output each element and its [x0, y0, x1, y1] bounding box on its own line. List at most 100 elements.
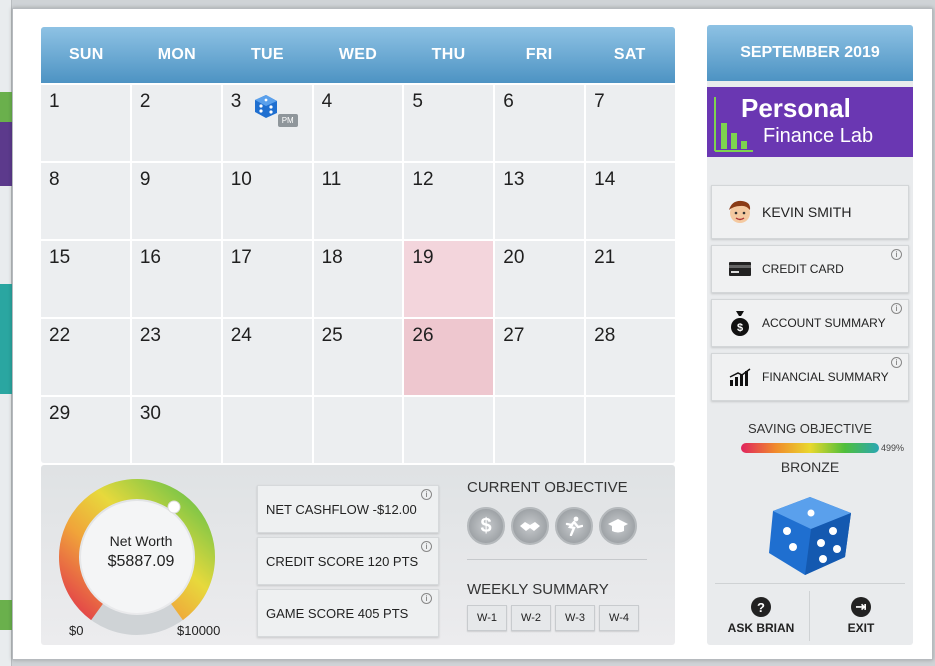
runner-icon[interactable] — [555, 507, 593, 545]
calendar-day-22[interactable]: 22 — [41, 319, 130, 395]
background-purple-block — [0, 122, 12, 186]
app-window: SUN MON TUE WED THU FRI SAT 1 2 3 PM 4 5… — [12, 8, 933, 660]
day-number: 11 — [321, 169, 342, 190]
calendar-day-11[interactable]: 11 — [313, 163, 403, 239]
account-summary-button[interactable]: $ ACCOUNT SUMMARY i — [711, 299, 909, 347]
handshake-icon[interactable] — [511, 507, 549, 545]
weekly-summary-buttons: W-1 W-2 W-3 W-4 — [467, 605, 639, 631]
calendar-day-20[interactable]: 20 — [495, 241, 585, 317]
day-number: 9 — [139, 169, 151, 190]
day-number: 20 — [503, 247, 525, 268]
calendar-empty-cell — [586, 397, 675, 463]
exit-button[interactable]: ⇥ EXIT — [813, 591, 909, 641]
background-green-block — [0, 92, 12, 122]
calendar-day-8[interactable]: 8 — [41, 163, 130, 239]
calendar-day-23[interactable]: 23 — [131, 319, 221, 395]
calendar-day-14[interactable]: 14 — [586, 163, 675, 239]
personal-finance-lab-logo: Personal Finance Lab — [707, 87, 913, 157]
calendar-day-10[interactable]: 10 — [222, 163, 312, 239]
dice-event-icon[interactable] — [253, 93, 279, 119]
info-icon[interactable]: i — [421, 489, 432, 500]
calendar-day-18[interactable]: 18 — [313, 241, 403, 317]
weekday-wed: WED — [338, 46, 378, 63]
dice-icon[interactable] — [765, 495, 855, 577]
calendar-day-9[interactable]: 9 — [131, 163, 221, 239]
week-4-button[interactable]: W-4 — [599, 605, 639, 631]
financial-summary-button[interactable]: FINANCIAL SUMMARY i — [711, 353, 909, 401]
dollar-icon[interactable]: $ — [467, 507, 505, 545]
weekday-fri: FRI — [525, 46, 553, 63]
graduation-cap-icon[interactable] — [599, 507, 637, 545]
calendar-day-25[interactable]: 25 — [313, 319, 403, 395]
divider — [809, 591, 810, 641]
calendar-day-3[interactable]: 3 PM — [222, 85, 312, 161]
month-title: SEPTEMBER 2019 — [707, 25, 913, 81]
day-number: 17 — [230, 247, 252, 268]
user-name: KEVIN SMITH — [762, 204, 852, 220]
day-number: 21 — [594, 247, 616, 268]
day-number: 12 — [412, 169, 434, 190]
info-icon[interactable]: i — [421, 541, 432, 552]
calendar-day-4[interactable]: 4 — [313, 85, 403, 161]
weekday-sun: SUN — [68, 46, 104, 63]
game-score-card[interactable]: GAME SCORE 405 PTS i — [257, 589, 439, 637]
calendar-day-24[interactable]: 24 — [222, 319, 312, 395]
calendar-day-30[interactable]: 30 — [131, 397, 221, 463]
net-cashflow-card[interactable]: NET CASHFLOW -$12.00 i — [257, 485, 439, 533]
calendar-day-1[interactable]: 1 — [41, 85, 130, 161]
day-number: 2 — [139, 91, 151, 112]
calendar-day-19-current-week[interactable]: 19 — [404, 241, 494, 317]
day-number: 24 — [230, 325, 252, 346]
calendar-day-16[interactable]: 16 — [131, 241, 221, 317]
objective-icons: $ — [467, 507, 637, 545]
day-number: 4 — [321, 91, 333, 112]
saving-objective: SAVING OBJECTIVE 499% BRONZE — [707, 413, 913, 483]
week-1-button[interactable]: W-1 — [467, 605, 507, 631]
calendar-day-27[interactable]: 27 — [495, 319, 585, 395]
day-number: 26 — [412, 325, 434, 346]
calendar-empty-cell — [222, 397, 312, 463]
calendar-day-6[interactable]: 6 — [495, 85, 585, 161]
net-worth-label: Net Worth — [109, 533, 173, 549]
day-number: 28 — [594, 325, 616, 346]
ask-brian-label: ASK BRIAN — [727, 621, 795, 635]
calendar-day-26-highlighted[interactable]: 26 — [404, 319, 494, 395]
divider — [715, 583, 905, 584]
divider — [467, 559, 647, 560]
day-number: 27 — [503, 325, 525, 346]
day-number: 22 — [49, 325, 71, 346]
info-icon[interactable]: i — [891, 357, 902, 368]
user-profile-button[interactable]: KEVIN SMITH — [711, 185, 909, 239]
calendar-day-21[interactable]: 21 — [586, 241, 675, 317]
credit-score-card[interactable]: CREDIT SCORE 120 PTS i — [257, 537, 439, 585]
calendar-day-5[interactable]: 5 — [404, 85, 494, 161]
week-2-button[interactable]: W-2 — [511, 605, 551, 631]
calendar-day-28[interactable]: 28 — [586, 319, 675, 395]
ask-brian-button[interactable]: ? ASK BRIAN — [713, 591, 809, 641]
gauge-min-label: $0 — [69, 623, 84, 638]
info-icon[interactable]: i — [891, 303, 902, 314]
calendar-empty-cell — [313, 397, 403, 463]
week-3-button[interactable]: W-3 — [555, 605, 595, 631]
day-number: 25 — [321, 325, 343, 346]
day-number: 16 — [139, 247, 161, 268]
background-window-strip — [0, 0, 12, 666]
day-number: 18 — [321, 247, 343, 268]
current-objective-title: CURRENT OBJECTIVE — [467, 479, 628, 496]
weekday-tue: TUE — [250, 46, 284, 63]
calendar-day-7[interactable]: 7 — [586, 85, 675, 161]
calendar-day-12[interactable]: 12 — [404, 163, 494, 239]
calendar-day-15[interactable]: 15 — [41, 241, 130, 317]
credit-card-button[interactable]: CREDIT CARD i — [711, 245, 909, 293]
info-icon[interactable]: i — [891, 249, 902, 260]
info-icon[interactable]: i — [421, 593, 432, 604]
day-number: 14 — [594, 169, 616, 190]
calendar-day-17[interactable]: 17 — [222, 241, 312, 317]
day-number: 30 — [139, 403, 161, 424]
calendar-day-2[interactable]: 2 — [131, 85, 221, 161]
exit-label: EXIT — [847, 621, 875, 635]
calendar-day-29[interactable]: 29 — [41, 397, 130, 463]
calendar-day-13[interactable]: 13 — [495, 163, 585, 239]
day-number: 19 — [412, 247, 434, 268]
calendar-weekday-header: SUN MON TUE WED THU FRI SAT — [41, 27, 675, 83]
